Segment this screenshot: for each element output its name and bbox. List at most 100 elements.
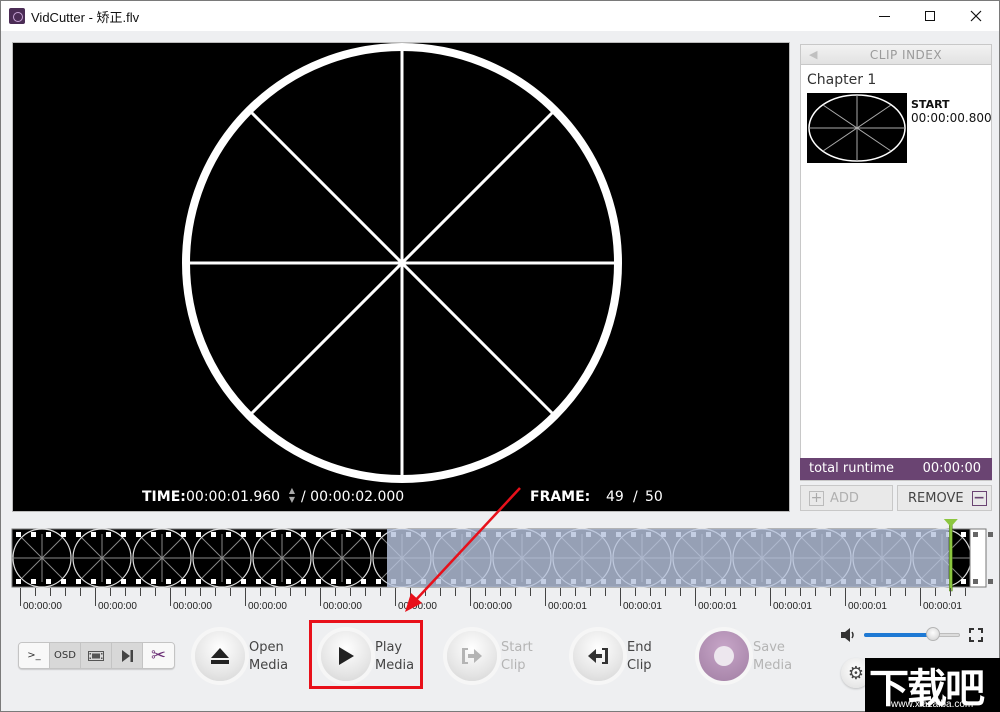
minor-tick — [650, 588, 651, 596]
osd-toggle[interactable]: OSD — [50, 643, 81, 668]
major-tick — [695, 588, 696, 606]
sprocket-hole — [136, 532, 141, 537]
clip-start-label: START — [911, 98, 950, 111]
clip-index-title: CLIP INDEX — [869, 48, 943, 62]
scissors-icon: ✂ — [150, 645, 167, 666]
save-media-button[interactable] — [699, 631, 749, 681]
sprocket-hole — [331, 579, 336, 584]
clip-index-panel: ◀ CLIP INDEX Chapter 1 START 00:00:00.80… — [800, 44, 992, 481]
save-media-line1: Save — [753, 640, 785, 655]
time-spinner-icon[interactable]: ▲ ▼ — [287, 486, 297, 506]
timeline-tick-label: 00:00:01 — [848, 601, 887, 612]
total-runtime-label: total runtime — [809, 461, 895, 476]
sprocket-hole — [376, 532, 381, 537]
watermark-url: www.xiazaiba.com — [891, 699, 974, 710]
sprocket-hole — [106, 579, 111, 584]
console-toggle[interactable]: >_ — [19, 643, 50, 668]
sprocket-hole — [16, 579, 21, 584]
timeline-tick-label: 00:00:00 — [23, 601, 62, 612]
sprocket-hole — [241, 579, 246, 584]
sprocket-hole — [76, 532, 81, 537]
sprocket-hole — [76, 579, 81, 584]
minor-tick — [110, 588, 111, 596]
end-clip-button[interactable] — [573, 631, 623, 681]
sprocket-hole — [196, 579, 201, 584]
minor-tick — [305, 588, 306, 596]
minor-tick — [155, 588, 156, 596]
end-clip-label[interactable]: End Clip — [627, 639, 652, 675]
window-title: VidCutter - 矫正.flv — [31, 10, 140, 25]
minor-tick — [350, 588, 351, 596]
fullscreen-icon[interactable] — [969, 628, 983, 642]
volume-icon[interactable] — [840, 627, 856, 643]
start-clip-label[interactable]: Start Clip — [501, 639, 533, 675]
end-clip-line2: Clip — [627, 658, 652, 673]
minor-tick — [785, 588, 786, 596]
timeline-filmstrip[interactable] — [11, 519, 993, 592]
sprocket-hole — [61, 579, 66, 584]
major-tick — [620, 588, 621, 606]
open-media-label[interactable]: Open Media — [249, 639, 288, 675]
timeline-tick-label: 00:00:00 — [173, 601, 212, 612]
minor-tick — [860, 588, 861, 596]
open-media-line1: Open — [249, 640, 284, 655]
sprocket-hole — [256, 579, 261, 584]
playhead-handle[interactable] — [943, 519, 958, 527]
maximize-button[interactable] — [907, 1, 953, 31]
minor-tick — [230, 588, 231, 596]
sprocket-hole — [181, 532, 186, 537]
playhead-line[interactable] — [949, 520, 953, 592]
major-tick — [320, 588, 321, 606]
thumbnails-toggle[interactable] — [81, 643, 112, 668]
timeline-tick-label: 00:00:00 — [248, 601, 287, 612]
minimize-button[interactable] — [861, 1, 907, 31]
start-clip-button[interactable] — [447, 631, 497, 681]
minor-tick — [365, 588, 366, 596]
start-clip-line2: Clip — [501, 658, 526, 673]
minus-icon: − — [971, 490, 987, 506]
minimize-icon — [878, 15, 890, 17]
video-display[interactable]: TIME: 00:00:01.960 ▲ ▼ / 00:00:02.000 FRA… — [12, 42, 790, 512]
timeline-tick-label: 00:00:01 — [548, 601, 587, 612]
save-media-label[interactable]: Save Media — [753, 639, 792, 675]
open-media-button[interactable] — [195, 631, 245, 681]
minor-tick — [515, 588, 516, 596]
minor-tick — [740, 588, 741, 596]
timeline-ruler: 00:00:00 00:00:00 00:00:00 00:00:00 00:00:00… — [12, 588, 990, 618]
major-tick — [95, 588, 96, 606]
osd-current-frame: 49 — [606, 489, 624, 505]
minor-tick — [815, 588, 816, 596]
minor-tick — [665, 588, 666, 596]
minor-tick — [80, 588, 81, 596]
title-bar: VidCutter - 矫正.flv — [1, 1, 999, 31]
close-button[interactable] — [953, 1, 999, 31]
minor-tick — [380, 588, 381, 596]
end-clip-line1: End — [627, 640, 652, 655]
sprocket-hole — [361, 532, 366, 537]
smartcut-toggle[interactable]: ✂ — [143, 643, 174, 668]
clip-index-header[interactable]: ◀ CLIP INDEX — [801, 45, 991, 65]
chapters-toggle[interactable] — [112, 643, 143, 668]
minor-tick — [260, 588, 261, 596]
minor-tick — [290, 588, 291, 596]
osd-total-time: / 00:00:02.000 — [301, 489, 405, 505]
volume-knob[interactable] — [926, 627, 941, 641]
sprocket-hole — [988, 532, 993, 537]
osd-total-frames: 50 — [645, 489, 663, 505]
major-tick — [770, 588, 771, 606]
add-clip-button[interactable]: + ADD — [800, 485, 893, 511]
sprocket-hole — [61, 532, 66, 537]
osd-icon: OSD — [54, 650, 76, 661]
total-runtime-value: 00:00:00 — [922, 461, 981, 476]
sprocket-hole — [181, 579, 186, 584]
remove-clip-button[interactable]: REMOVE − — [897, 485, 992, 511]
sprocket-hole — [301, 532, 306, 537]
annotation-highlight-box — [309, 620, 423, 689]
chapter-name: Chapter 1 — [807, 72, 877, 88]
sprocket-hole — [226, 579, 231, 584]
eject-icon — [211, 648, 229, 664]
sprocket-hole — [46, 532, 51, 537]
timeline-tick-label: 00:00:00 — [473, 601, 512, 612]
sprocket-hole — [136, 579, 141, 584]
volume-slider[interactable] — [864, 627, 960, 641]
